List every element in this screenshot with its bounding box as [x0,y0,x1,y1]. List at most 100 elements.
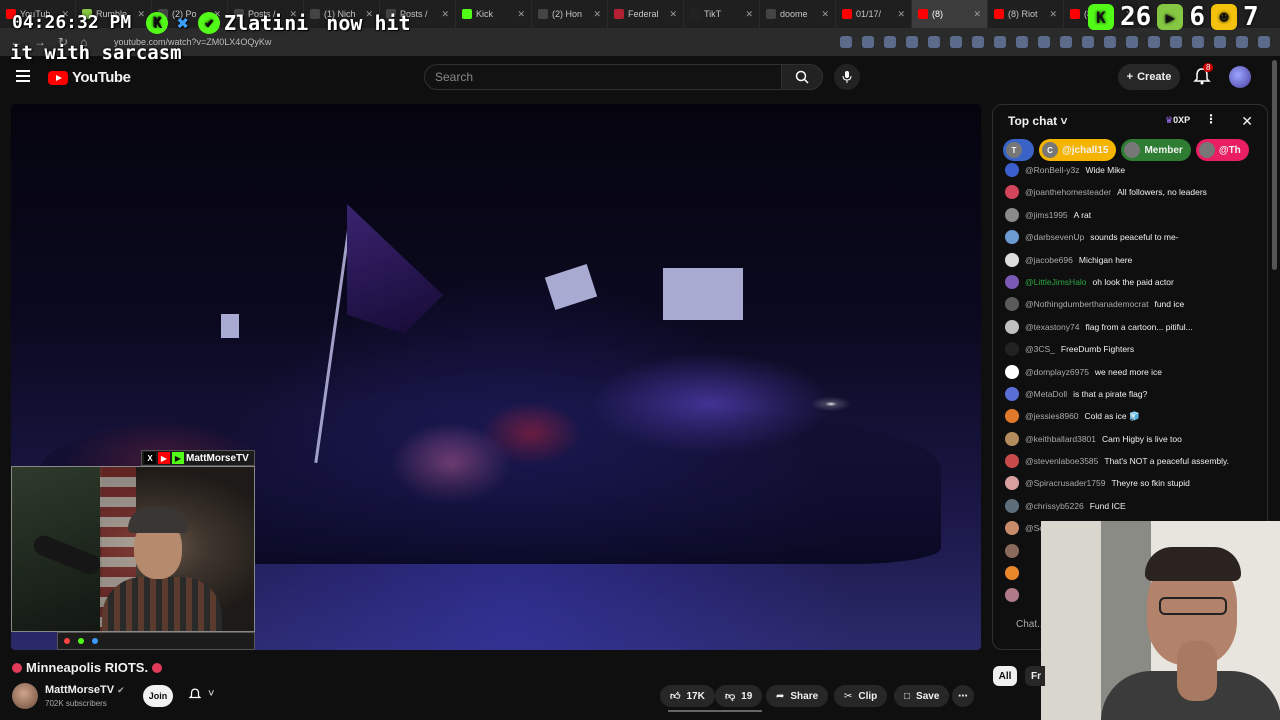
youtube-logo[interactable]: YouTube [48,69,131,86]
chat-author[interactable]: @RonBell-y3z [1025,165,1079,176]
url-field[interactable]: youtube.com/watch?v=ZM0LX4OQyKw [114,37,754,47]
chat-message[interactable]: @texastony74 flag from a cartoon... pitif… [1005,319,1255,334]
chat-avatar[interactable] [1005,566,1019,581]
chat-avatar[interactable] [1005,185,1019,200]
browser-tab[interactable]: (8) Riot ✕ [988,0,1064,28]
chat-author[interactable]: @chrissyb5226 [1025,501,1084,512]
close-tab-icon[interactable]: ✕ [1049,9,1057,20]
chat-message[interactable]: @domplayz6975 we need more ice [1005,364,1255,379]
chat-author[interactable]: @domplayz6975 [1025,367,1089,378]
extension-icon[interactable] [840,36,852,48]
chat-message[interactable]: @stevenlaboe3585 That's NOT a peaceful as… [1005,454,1255,469]
share-button[interactable]: ➦ Share [766,685,829,707]
extension-icon[interactable] [884,36,896,48]
chat-author[interactable]: @jessies8960 [1025,411,1079,422]
chat-author[interactable]: @jacobe696 [1025,255,1073,266]
chat-author[interactable]: @joanthehomesteader [1025,187,1111,198]
chat-message[interactable]: @jessies8960 Cold as ice 🧊 [1005,409,1255,424]
join-button[interactable]: Join [143,685,173,707]
chat-author[interactable]: @MetaDoll [1025,389,1067,400]
close-tab-icon[interactable]: ✕ [973,9,981,20]
chat-message[interactable]: @LittleJimsHalo oh look the paid actor [1005,274,1255,289]
extension-icon[interactable] [972,36,984,48]
chat-avatar[interactable] [1005,163,1019,177]
extension-icon[interactable] [928,36,940,48]
chat-author[interactable]: @LittleJimsHalo [1025,277,1087,288]
more-options-icon[interactable]: ⋮ [1205,112,1217,126]
chat-pill[interactable]: Member [1121,139,1191,161]
browser-tab[interactable]: doome ✕ [760,0,836,28]
profile-icon[interactable] [1236,36,1248,48]
chat-message[interactable]: @jacobe696 Michigan here [1005,252,1255,267]
voice-search-button[interactable] [834,64,860,90]
channel-name[interactable]: MattMorseTV ✔ [45,684,125,696]
browser-tab[interactable]: (8) ✕ [912,0,988,28]
chat-avatar[interactable] [1005,409,1019,424]
chat-message[interactable]: @MetaDoll is that a pirate flag? [1005,386,1255,401]
chat-avatar[interactable] [1005,454,1019,469]
chat-avatar[interactable] [1005,297,1019,312]
chat-avatar[interactable] [1005,498,1019,513]
extension-icon[interactable] [1082,36,1094,48]
xp-badge[interactable]: ♛0XP [1165,115,1190,126]
extension-icon[interactable] [1214,36,1226,48]
chip-all[interactable]: All [993,666,1017,686]
close-tab-icon[interactable]: ✕ [821,9,829,20]
browser-tab[interactable]: Federal ✕ [608,0,684,28]
extension-icon[interactable] [994,36,1006,48]
browser-tab[interactable]: (2) Hon ✕ [532,0,608,28]
close-tab-icon[interactable]: ✕ [745,9,753,20]
close-tab-icon[interactable]: ✕ [897,9,905,20]
close-tab-icon[interactable]: ✕ [669,9,677,20]
extension-icon[interactable] [1148,36,1160,48]
chat-author[interactable]: @texastony74 [1025,322,1079,333]
chat-author[interactable]: @Spiracrusader1759 [1025,478,1105,489]
chat-message[interactable]: @Nothingdumberthanademocrat fund ice [1005,297,1255,312]
close-tab-icon[interactable]: ✕ [137,9,145,20]
chat-pill[interactable]: T [1003,139,1034,161]
page-scrollbar[interactable] [1272,60,1277,270]
chat-message[interactable]: @keithballard3801 Cam Higby is live too [1005,431,1255,446]
close-tab-icon[interactable]: ✕ [517,9,525,20]
chat-avatar[interactable] [1005,521,1019,536]
chat-mode-dropdown[interactable]: Top chat ˅ [1008,114,1067,128]
chat-message[interactable]: @Spiracrusader1759 Theyre so fkin stupid [1005,476,1255,491]
chat-message[interactable]: @joanthehomesteader All followers, no lea… [1005,185,1255,200]
extension-icon[interactable] [1170,36,1182,48]
chat-avatar[interactable] [1005,364,1019,379]
browser-tab[interactable]: Kick ✕ [456,0,532,28]
save-button[interactable]: □ Save [894,685,950,707]
extension-icon[interactable] [1060,36,1072,48]
menu-icon[interactable] [1258,36,1270,48]
chat-author[interactable]: @Nothingdumberthanademocrat [1025,299,1148,310]
chat-author[interactable]: @3CS_ [1025,344,1055,355]
chat-avatar[interactable] [1005,207,1019,222]
chat-pill[interactable]: C @jchall15 [1039,139,1117,161]
create-button[interactable]: + Create [1118,64,1180,90]
more-actions-button[interactable]: ⋯ [952,685,974,707]
extension-icon[interactable] [1038,36,1050,48]
chat-author[interactable]: @stevenlaboe3585 [1025,456,1098,467]
account-avatar[interactable] [1229,66,1251,88]
extension-icon[interactable] [1126,36,1138,48]
chat-avatar[interactable] [1005,342,1019,357]
dislike-button[interactable]: 👎︎ 19 [715,685,763,707]
chat-avatar[interactable] [1005,431,1019,446]
close-tab-icon[interactable]: ✕ [441,9,449,20]
extension-icon[interactable] [1016,36,1028,48]
clip-button[interactable]: ✂ Clip [834,685,888,707]
chat-author[interactable]: @darbsevenUp [1025,232,1084,243]
channel-avatar[interactable] [12,683,38,709]
browser-tab[interactable]: 01/17/ ✕ [836,0,912,28]
extension-icon[interactable] [906,36,918,48]
chat-avatar[interactable] [1005,252,1019,267]
chat-avatar[interactable] [1005,230,1019,245]
extension-icon[interactable] [1192,36,1204,48]
subscription-bell-button[interactable]: ˅ [188,687,214,701]
chat-message[interactable]: @chrissyb5226 Fund ICE [1005,498,1255,513]
chat-author[interactable]: @keithballard3801 [1025,434,1096,445]
chat-avatar[interactable] [1005,386,1019,401]
chat-message[interactable]: @RonBell-y3z Wide Mike [1005,163,1255,177]
like-button[interactable]: 👍︎ 17K [660,685,715,707]
chip-second[interactable]: Fr [1025,666,1045,686]
